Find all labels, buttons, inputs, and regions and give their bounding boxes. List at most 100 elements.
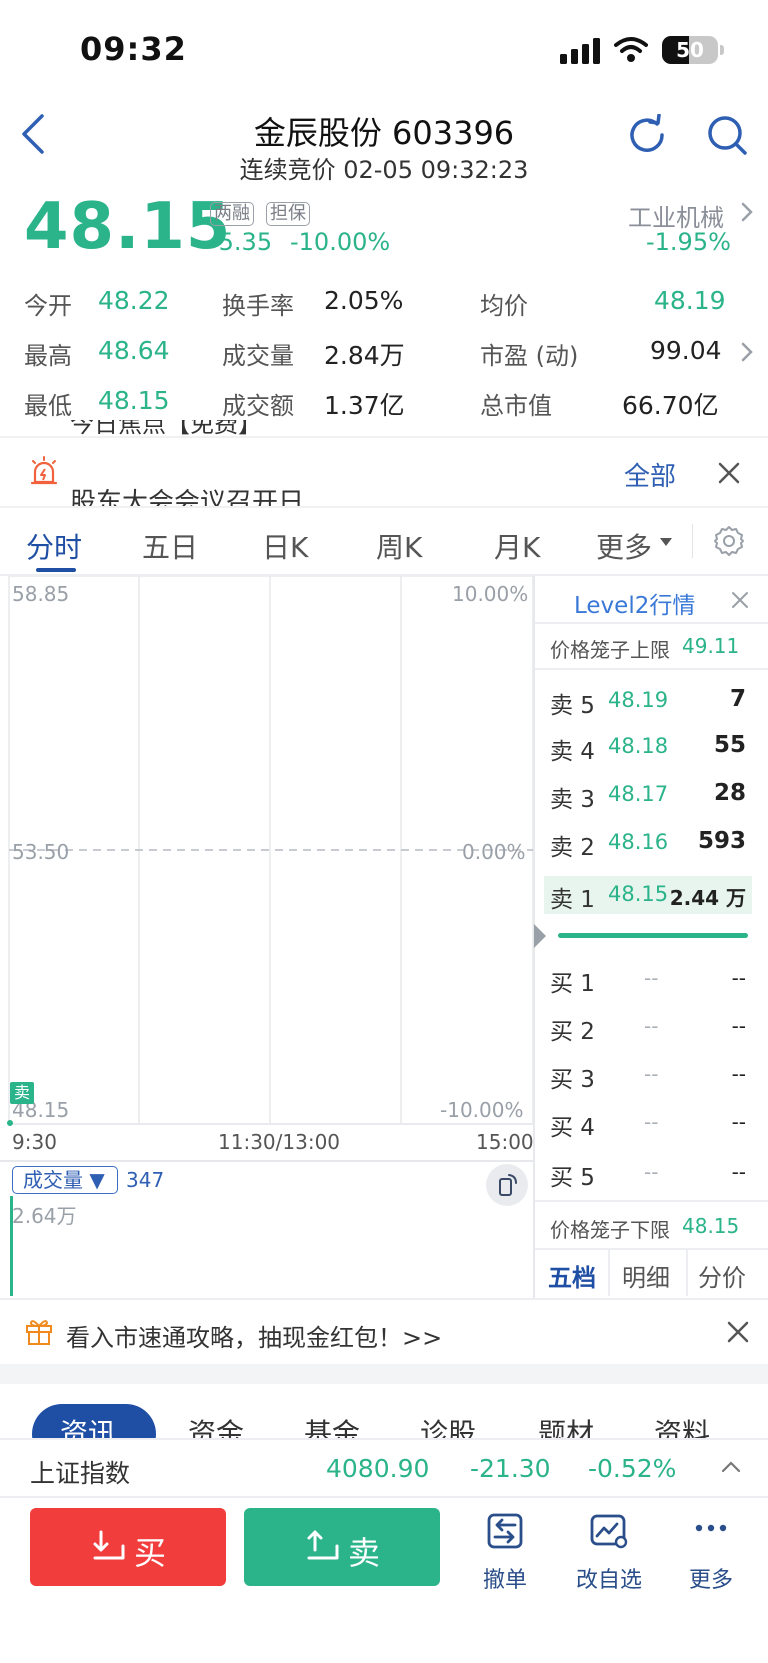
bid-2-price[interactable]: --: [644, 1014, 658, 1038]
notice-scroll-item[interactable]: 股东大会会议召开日: [70, 486, 304, 506]
index-change: -21.30: [470, 1454, 551, 1483]
mcap-label: 总市值: [480, 392, 552, 420]
pct-axis-bottom: -10.00%: [440, 1098, 524, 1122]
battery-cap: [720, 45, 724, 55]
chevron-right-icon[interactable]: [740, 340, 754, 364]
upload-arrow-icon: [307, 1530, 339, 1560]
bid-4-price[interactable]: --: [644, 1110, 658, 1134]
divider: [686, 1250, 688, 1296]
tab-daily-k[interactable]: 日K: [262, 526, 308, 566]
ask-5-label: 卖 5: [550, 693, 595, 719]
more-label: 更多: [688, 1568, 733, 1593]
bid-5-volume: --: [731, 1160, 746, 1184]
ask-4-volume: 55: [713, 732, 746, 758]
pe-label[interactable]: 市盈 (动): [480, 336, 578, 371]
divider: [608, 1250, 610, 1296]
divider: [0, 436, 768, 438]
caret-down-icon[interactable]: [660, 538, 672, 546]
tab-diagnosis[interactable]: 诊股: [420, 1412, 476, 1438]
ask-4-price[interactable]: 48.18: [608, 734, 668, 758]
promo-banner-text[interactable]: 看入市速通攻略，抽现金红包！>>: [66, 1318, 442, 1353]
tab-detail[interactable]: 明细: [622, 1258, 670, 1293]
margin-tag[interactable]: 两融: [210, 202, 254, 226]
turnover-value: 2.05%: [324, 286, 404, 315]
pe-value[interactable]: 99.04: [650, 336, 722, 365]
price-change-pct: -10.00%: [290, 228, 391, 256]
divider: [0, 1160, 534, 1162]
tab-funds-flow[interactable]: 资金: [188, 1412, 244, 1438]
tab-fund[interactable]: 基金: [304, 1412, 360, 1438]
tab-intraday[interactable]: 分时: [26, 526, 82, 566]
price-cage-upper-label: 价格笼子上限: [550, 638, 670, 662]
chevron-right-icon[interactable]: [740, 200, 754, 224]
divider: [0, 506, 768, 508]
notice-all-link[interactable]: 全部: [624, 456, 676, 493]
play-triangle-icon: [534, 924, 546, 948]
alarm-icon: [30, 456, 58, 485]
tab-price-distribution[interactable]: 分价: [698, 1258, 746, 1293]
rotate-icon: [499, 1174, 517, 1196]
sell-button[interactable]: 卖: [244, 1508, 440, 1586]
divider: [0, 1298, 768, 1300]
divider: [535, 1200, 768, 1202]
more-dots-icon: [695, 1524, 727, 1532]
price-change: -5.35: [210, 228, 273, 256]
bid-3-label: 买 3: [550, 1067, 595, 1093]
buy-button[interactable]: 买: [30, 1508, 226, 1586]
notice-scroll-item[interactable]: 今日焦点【免费】: [70, 420, 262, 436]
ask-5-price[interactable]: 48.19: [608, 688, 668, 712]
index-value: 4080.90: [326, 1454, 430, 1483]
level2-title[interactable]: Level2行情: [574, 586, 695, 620]
chevron-up-icon[interactable]: [720, 1460, 742, 1474]
bid-5-label: 买 5: [550, 1165, 595, 1191]
tab-profile[interactable]: 资料: [654, 1412, 710, 1438]
bid-2-volume: --: [731, 1014, 746, 1038]
price-cage-upper-value: 49.11: [682, 634, 740, 658]
battery-level: 50: [676, 38, 704, 62]
amount-value: 1.37亿: [324, 391, 405, 420]
tab-monthly-k[interactable]: 月K: [494, 526, 540, 566]
wifi-icon: [614, 37, 648, 62]
tab-five-day[interactable]: 五日: [142, 526, 198, 566]
index-change-pct: -0.52%: [588, 1454, 677, 1483]
bid-1-price[interactable]: --: [644, 966, 658, 990]
bid-1-volume: --: [731, 966, 746, 990]
more-button[interactable]: 更多: [666, 1512, 756, 1593]
ask-1-price[interactable]: 48.15: [608, 882, 668, 906]
edit-watchlist-button[interactable]: 改自选: [564, 1512, 654, 1593]
index-name[interactable]: 上证指数: [30, 1454, 130, 1490]
close-icon[interactable]: [730, 590, 750, 610]
rotate-screen-button[interactable]: [486, 1164, 528, 1206]
cancel-order-button[interactable]: 撤单: [460, 1512, 550, 1593]
cellular-signal-icon: [560, 38, 600, 64]
battery-icon: 50: [662, 36, 718, 64]
bid-5-price[interactable]: --: [644, 1160, 658, 1184]
divider: [692, 524, 693, 558]
close-icon[interactable]: [726, 1320, 750, 1344]
ask-2-price[interactable]: 48.16: [608, 830, 668, 854]
industry-change-pct: -1.95%: [646, 228, 731, 256]
refresh-icon[interactable]: [626, 114, 668, 156]
news-tabs: 资讯 资金 基金 诊股 题材 资料: [0, 1400, 768, 1438]
bid-3-price[interactable]: --: [644, 1062, 658, 1086]
tab-weekly-k[interactable]: 周K: [376, 526, 422, 566]
current-price: 48.15: [24, 190, 232, 264]
close-icon[interactable]: [716, 460, 742, 486]
open-value: 48.22: [98, 286, 170, 315]
tab-five-levels[interactable]: 五档: [548, 1258, 596, 1293]
volume-indicator-value: 347: [126, 1168, 165, 1192]
divider: [535, 622, 768, 624]
guarantee-tag[interactable]: 担保: [266, 202, 310, 226]
gear-icon[interactable]: [712, 524, 746, 558]
search-icon[interactable]: [706, 114, 748, 156]
volume-indicator-select[interactable]: 成交量 ▼: [12, 1166, 118, 1194]
divider: [535, 1248, 768, 1250]
gift-icon: [26, 1320, 52, 1345]
tab-news[interactable]: 资讯: [60, 1412, 116, 1438]
y-axis-top: 58.85: [12, 582, 70, 606]
tab-theme[interactable]: 题材: [538, 1412, 594, 1438]
ask-1-label: 卖 1: [550, 887, 595, 913]
ask-3-price[interactable]: 48.17: [608, 782, 668, 806]
volume-bar: [10, 1196, 13, 1296]
tab-more[interactable]: 更多: [596, 526, 652, 566]
